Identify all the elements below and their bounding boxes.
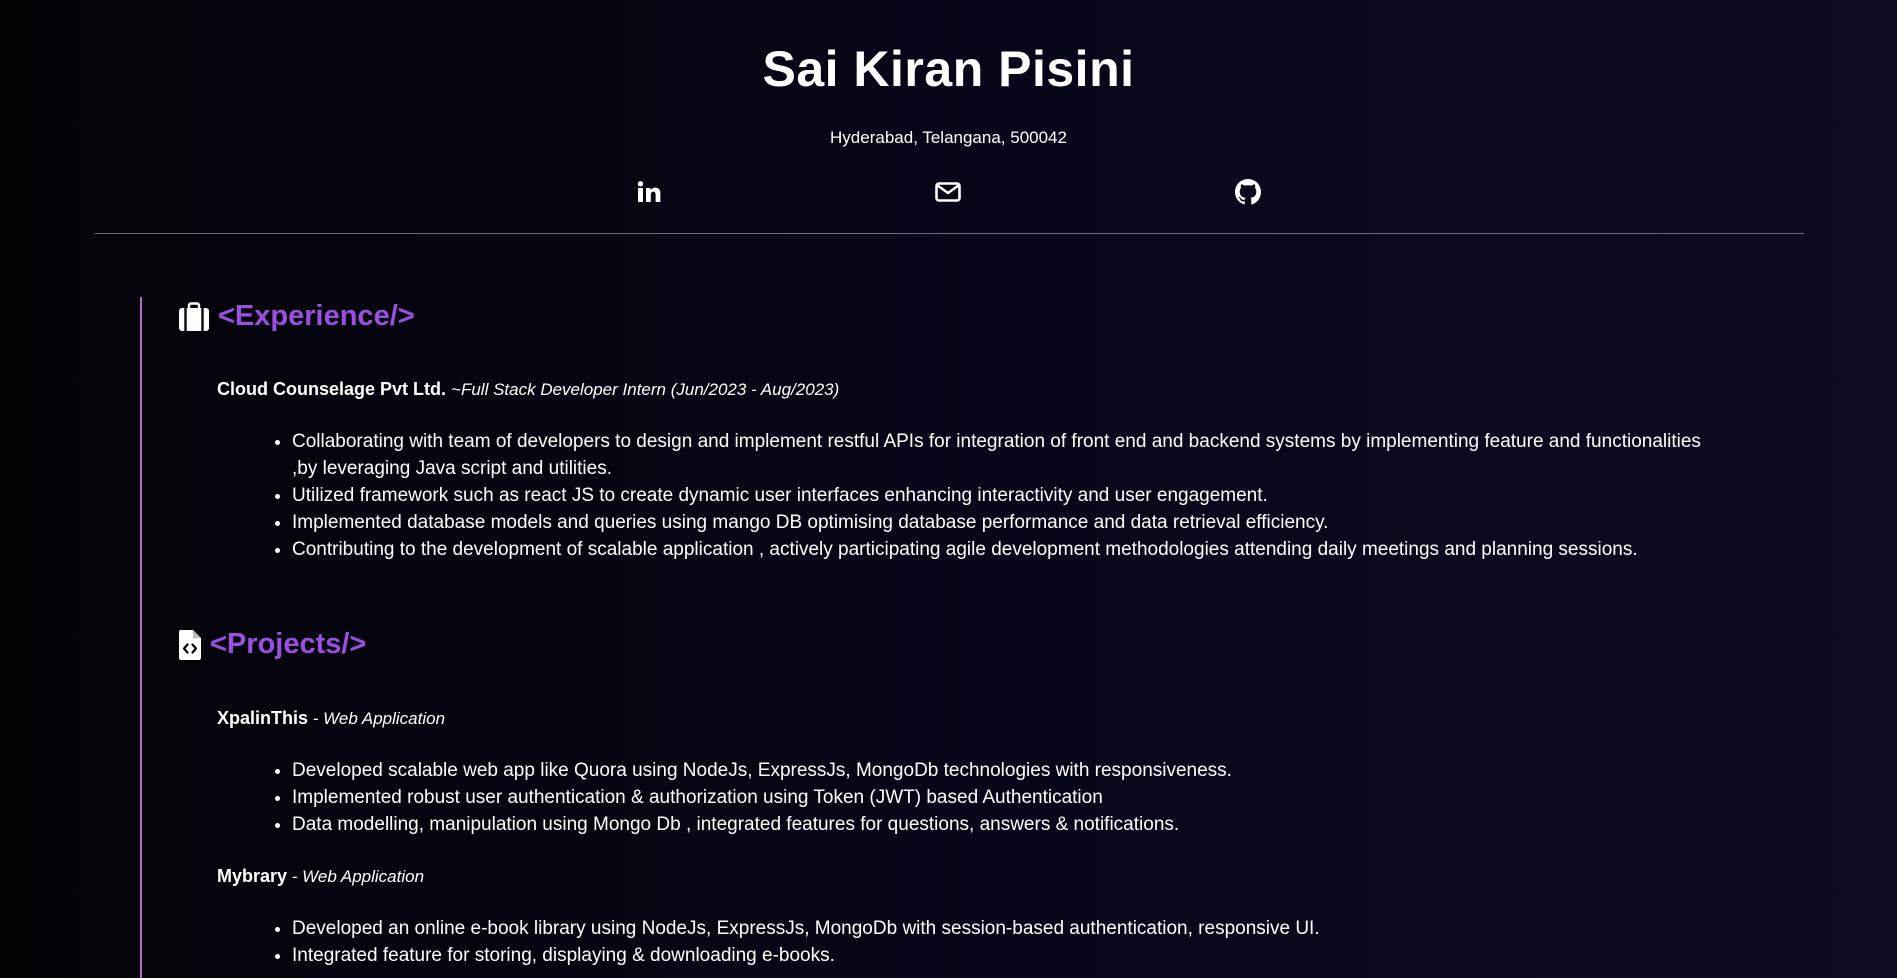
mail-icon [935, 182, 961, 202]
project-bullets: Developed an online e-book library using… [254, 915, 1712, 969]
briefcase-icon [178, 301, 210, 332]
header-divider [95, 233, 1804, 234]
list-item: Implemented database models and queries … [292, 509, 1712, 536]
projects-heading: <Projects/> [178, 628, 366, 661]
list-item: Developed scalable web app like Quora us… [292, 757, 1712, 784]
github-icon [1235, 179, 1261, 205]
experience-bullets: Collaborating with team of developers to… [254, 428, 1712, 563]
list-item: Integrated feature for storing, displayi… [292, 942, 1712, 969]
list-item: Contributing to the development of scala… [292, 536, 1712, 563]
list-item: Developed an online e-book library using… [292, 915, 1712, 942]
file-code-icon [178, 629, 202, 661]
address-text: Hyderabad, Telangana, 500042 [830, 128, 1067, 147]
list-item: Collaborating with team of developers to… [292, 428, 1712, 482]
projects-heading-text: <Projects/> [210, 628, 367, 660]
experience-heading-text: <Experience/> [218, 300, 415, 332]
project-name: XpalinThis [217, 708, 309, 728]
resume-page: Sai Kiran Pisini Hyderabad, Telangana, 5… [0, 0, 1897, 978]
list-item: Data modelling, manipulation using Mongo… [292, 811, 1712, 838]
project-type: - Web Application [287, 867, 425, 886]
social-links [0, 176, 1897, 208]
project-type: - Web Application [308, 709, 446, 728]
project-entry-title: XpalinThis - Web Application [217, 708, 445, 729]
project-entry-title: Mybrary - Web Application [217, 866, 424, 887]
email-link[interactable] [932, 176, 964, 208]
company-name: Cloud Counselage Pvt Ltd. [217, 379, 447, 399]
linkedin-icon [637, 181, 661, 202]
project-name: Mybrary [217, 866, 288, 886]
experience-heading: <Experience/> [178, 300, 415, 333]
job-role: ~Full Stack Developer Intern (Jun/2023 -… [451, 380, 840, 399]
page-title: Sai Kiran Pisini [762, 41, 1135, 97]
list-item: Implemented robust user authentication &… [292, 784, 1712, 811]
project-bullets: Developed scalable web app like Quora us… [254, 757, 1712, 838]
timeline-line [140, 297, 142, 978]
list-item: Utilized framework such as react JS to c… [292, 482, 1712, 509]
github-link[interactable] [1232, 176, 1264, 208]
linkedin-link[interactable] [633, 176, 665, 208]
experience-entry-title: Cloud Counselage Pvt Ltd. ~Full Stack De… [217, 379, 839, 400]
